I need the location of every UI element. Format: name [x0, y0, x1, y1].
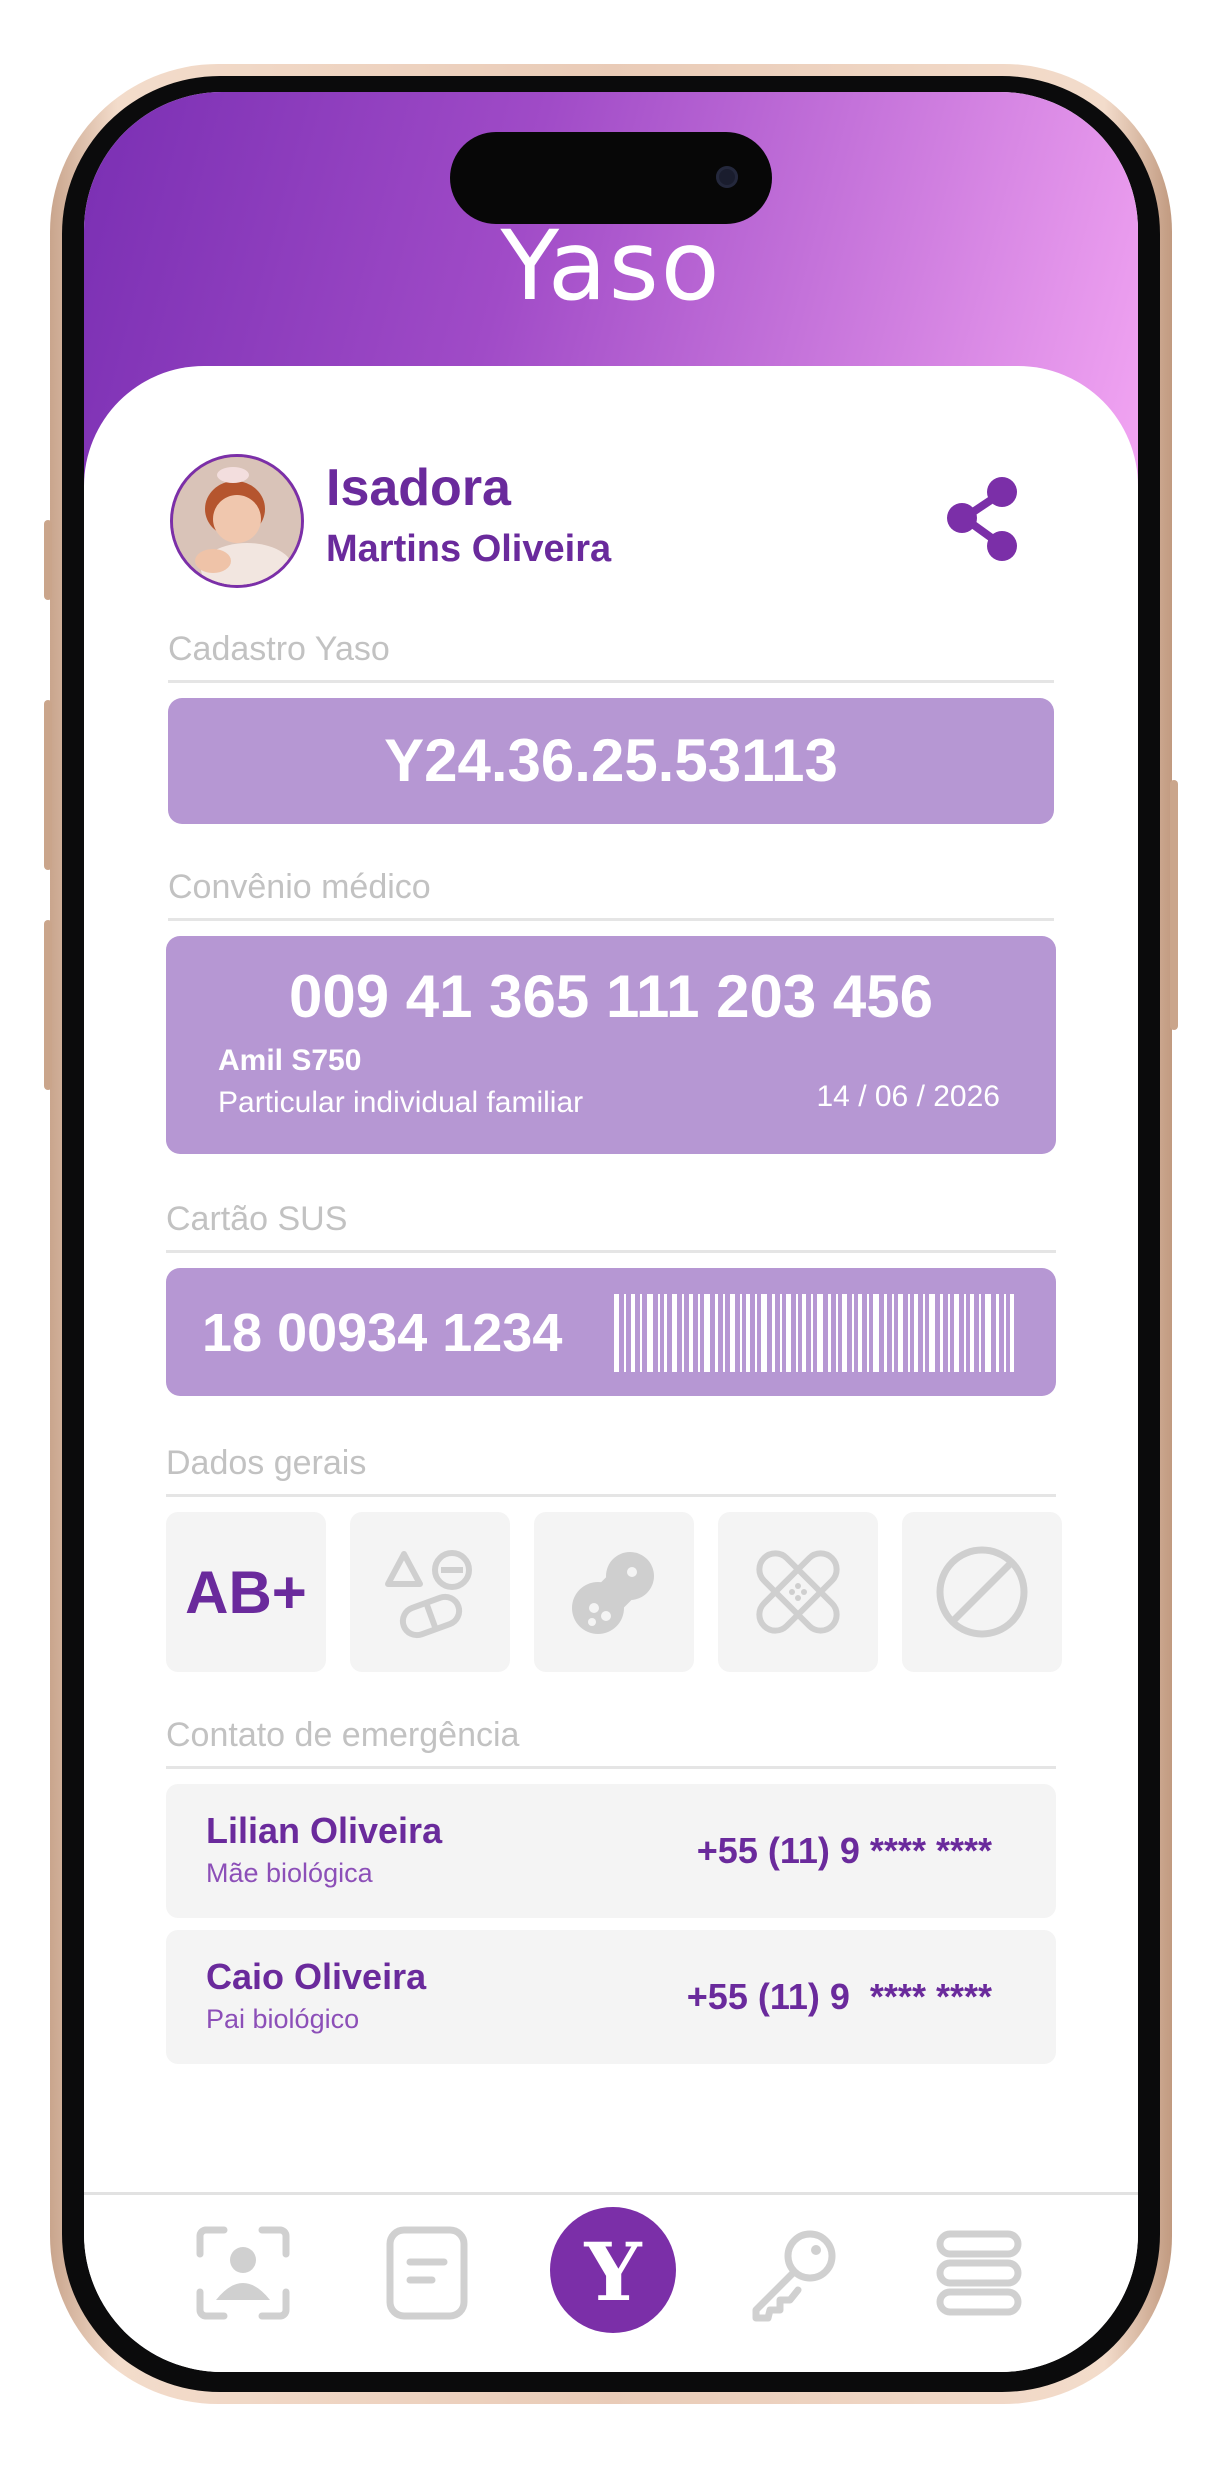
emergency-contact-2[interactable]: Caio Oliveira Pai biológico +55 (11) 9 *…	[166, 1930, 1056, 2064]
avatar-photo	[173, 457, 301, 585]
dados-section-label: Dados gerais	[166, 1444, 367, 1482]
allergy-icon	[572, 1552, 654, 1634]
blocked-icon	[936, 1546, 1028, 1638]
bandage-tile[interactable]	[718, 1512, 878, 1672]
convenio-section-label: Convênio médico	[168, 868, 431, 906]
phone-volume-down	[44, 920, 52, 1090]
contact-phone[interactable]: +55 (11) 9 **** ****	[687, 1976, 992, 2018]
convenio-expiry: 14 / 06 / 2026	[816, 1080, 1001, 1113]
note-icon[interactable]	[372, 2218, 482, 2328]
dados-divider	[166, 1494, 1056, 1497]
yaso-id-card[interactable]: Y24.36.25.53113	[168, 698, 1054, 824]
yaso-home-button[interactable]: Y	[550, 2207, 676, 2333]
app-logo: Yaso	[500, 210, 722, 322]
avatar[interactable]	[170, 454, 304, 588]
sus-number: 18 00934 1234	[202, 1303, 563, 1363]
profile-first-name: Isadora	[326, 459, 511, 517]
nav-divider	[84, 2192, 1138, 2195]
sus-section-label: Cartão SUS	[166, 1200, 348, 1238]
sus-divider	[166, 1250, 1056, 1253]
convenio-divider	[168, 918, 1054, 921]
phone-power-button	[1170, 780, 1178, 1030]
phone-volume-up	[44, 700, 52, 870]
key-icon[interactable]	[740, 2218, 850, 2328]
allergy-tile[interactable]	[534, 1512, 694, 1672]
convenio-card[interactable]: 009 41 365 111 203 456 Amil S750 Particu…	[166, 936, 1056, 1154]
blood-type: AB+	[185, 1559, 307, 1626]
convenio-type: Particular individual familiar	[218, 1086, 584, 1119]
emergency-section-label: Contato de emergência	[166, 1716, 520, 1754]
share-icon[interactable]	[944, 474, 1024, 564]
blocked-tile[interactable]	[902, 1512, 1062, 1672]
face-scan-icon[interactable]	[188, 2218, 298, 2328]
contact-name: Caio Oliveira	[206, 1956, 427, 1997]
contact-phone[interactable]: +55 (11) 9 **** ****	[697, 1830, 992, 1872]
sus-card[interactable]: 18 00934 1234	[166, 1268, 1056, 1396]
emergency-contact-1[interactable]: Lilian Oliveira Mãe biológica +55 (11) 9…	[166, 1784, 1056, 1918]
yaso-divider	[168, 680, 1054, 683]
contact-relation: Pai biológico	[206, 2004, 360, 2034]
yaso-section-label: Cadastro Yaso	[168, 630, 390, 668]
medications-icon	[385, 1550, 472, 1639]
app-screen: Yaso Isadora Martins Oliveira Cadastro Y…	[84, 92, 1138, 2372]
yaso-home-icon: Y	[584, 2225, 642, 2319]
emergency-divider	[166, 1766, 1056, 1769]
medications-tile[interactable]	[350, 1512, 510, 1672]
yaso-id: Y24.36.25.53113	[384, 727, 838, 794]
camera-icon	[716, 166, 738, 188]
contact-relation: Mãe biológica	[206, 1858, 373, 1888]
phone-action-button	[44, 520, 52, 600]
convenio-number: 009 41 365 111 203 456	[288, 963, 933, 1030]
barcode-icon	[614, 1294, 1014, 1372]
blood-type-tile[interactable]: AB+	[166, 1512, 326, 1672]
convenio-plan: Amil S750	[218, 1044, 362, 1077]
bandage-icon	[756, 1550, 840, 1634]
contact-name: Lilian Oliveira	[206, 1810, 443, 1851]
profile-last-name: Martins Oliveira	[326, 528, 612, 570]
menu-icon[interactable]	[924, 2218, 1034, 2328]
